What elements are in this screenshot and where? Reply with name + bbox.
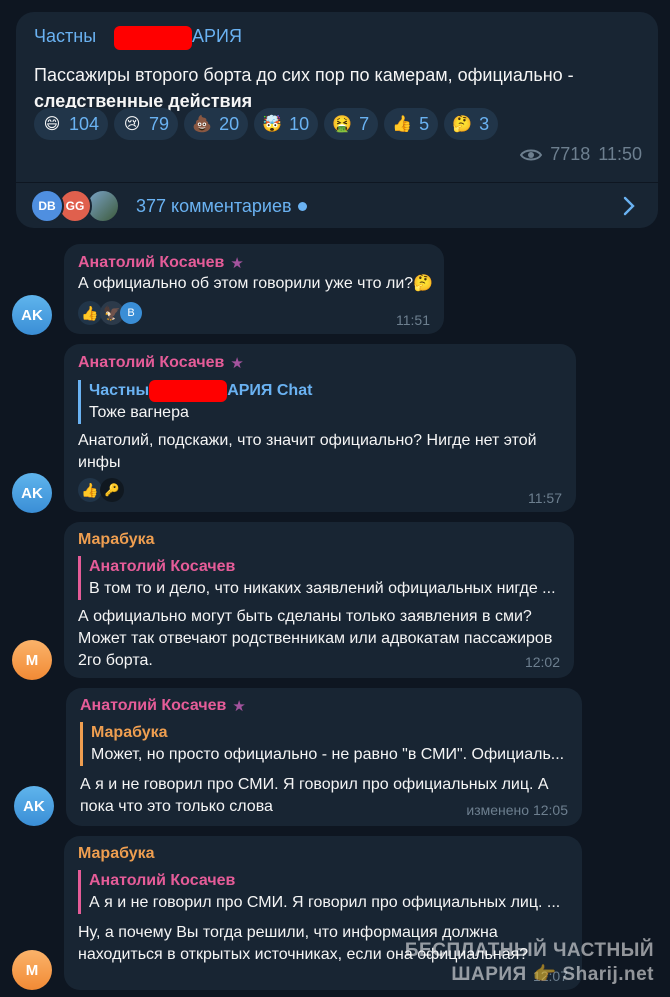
reply-author-tail: АРИЯ Chat — [227, 382, 313, 400]
message-line: Анатолий, подскажи, что значит официальн… — [78, 432, 537, 449]
reaction-count: 7 — [359, 113, 370, 134]
reaction-count: 79 — [149, 113, 170, 134]
thumbs-up-emoji-icon: 👍 — [392, 116, 413, 133]
channel-name-tail[interactable]: АРИЯ — [192, 26, 242, 47]
channel-post: Частны АРИЯ Пассажиры второго борта до с… — [16, 12, 658, 228]
divider — [16, 182, 658, 183]
reaction-count: 20 — [219, 113, 240, 134]
comments-bar[interactable]: DB GG 377 комментариев — [30, 184, 644, 228]
comments-link[interactable]: 377 комментариев — [136, 196, 292, 217]
author-name-text: Анатолий Косачев — [78, 254, 225, 271]
chevron-right-icon[interactable] — [622, 196, 636, 216]
reply-quote[interactable]: Частны АРИЯ Chat Тоже вагнера — [78, 380, 548, 425]
reaction-vomit[interactable]: 🤮 7 — [324, 108, 379, 140]
reply-quote[interactable]: Анатолий Косачев А я и не говорил про СМ… — [78, 870, 566, 914]
key-avatar-icon: 🔑 — [100, 478, 124, 502]
message-text: А официально об этом говорили уже что ли… — [78, 275, 434, 292]
watermark: БЕСПЛАТНЫЙ ЧАСТНЫЙ ШАРИЯ 👉 Sharij.net — [405, 939, 654, 987]
thumbs-up-emoji-icon: 👍 — [78, 478, 102, 502]
reaction-count: 104 — [69, 113, 100, 134]
reply-text: В том то и дело, что никаких заявлений о… — [89, 580, 556, 597]
reply-author: Марабука — [91, 724, 168, 741]
author-name-text: Марабука — [78, 845, 155, 862]
thumbs-up-emoji-icon: 👍 — [78, 301, 102, 325]
channel-name[interactable]: Частны — [34, 26, 96, 47]
message-line: инфы — [78, 454, 121, 471]
reaction-poop[interactable]: 💩 20 — [184, 108, 249, 140]
author-name-text: Анатолий Косачев — [78, 354, 225, 371]
message-line: А официально могут быть сделаны только з… — [78, 608, 532, 625]
message-bubble: Анатолий Косачев ★ Частны АРИЯ Chat Тоже … — [64, 344, 576, 512]
eye-icon — [520, 149, 543, 160]
reply-text: Может, но просто официально - не равно "… — [91, 746, 565, 763]
reaction-laugh[interactable]: 😄 104 — [34, 108, 109, 140]
reply-text: А я и не говорил про СМИ. Я говорил про … — [89, 894, 561, 911]
message-line: 2го борта. — [78, 652, 153, 669]
message-line: Может так отвечают родственникам или адв… — [78, 630, 553, 647]
redaction-mark — [114, 26, 192, 50]
message-time: 12:02 — [524, 654, 560, 670]
thinking-emoji-icon: 🤔 — [452, 116, 473, 133]
laugh-emoji-icon: 😄 — [43, 116, 61, 133]
post-text: Пассажиры второго борта до сих пор по ка… — [34, 62, 654, 114]
watermark-line: ШАРИЯ 👉 Sharij.net — [451, 964, 654, 985]
avatar[interactable]: M — [12, 640, 52, 680]
watermark-line: БЕСПЛАТНЫЙ ЧАСТНЫЙ — [404, 940, 654, 961]
message-bubble: Анатолий Косачев ★ Марабука Может, но пр… — [66, 688, 582, 826]
avatar: DB — [30, 189, 64, 223]
author-name[interactable]: Марабука — [78, 845, 155, 863]
reaction-thinking[interactable]: 🤔 3 — [444, 108, 499, 140]
commenter-avatars: DB GG — [30, 189, 132, 223]
poop-emoji-icon: 💩 — [192, 116, 213, 133]
star-icon: ★ — [230, 255, 244, 272]
reply-quote[interactable]: Марабука Может, но просто официально - н… — [80, 722, 566, 766]
message-text: А официально могут быть сделаны только з… — [78, 606, 552, 672]
reply-text: Тоже вагнера — [89, 404, 189, 422]
reaction-thumbs-up[interactable]: 👍 5 — [384, 108, 439, 140]
author-name[interactable]: Марабука — [78, 531, 155, 549]
author-name-text: Анатолий Косачев — [80, 697, 227, 714]
author-name[interactable]: Анатолий Косачев ★ — [78, 254, 244, 272]
message-bubble: Анатолий Косачев ★ А официально об этом … — [64, 244, 444, 334]
reaction-count: 3 — [479, 113, 490, 134]
post-text-line: Пассажиры второго борта до сих пор по ка… — [34, 65, 574, 85]
reaction-cry[interactable]: 😢 79 — [114, 108, 179, 140]
post-meta: 7718 11:50 — [520, 144, 642, 165]
avatar[interactable]: M — [12, 950, 52, 990]
reactions-row: 😄 104 😢 79 💩 20 🤯 10 🤮 7 👍 5 🤔 3 — [34, 108, 499, 140]
reply-author: Частны АРИЯ Chat — [89, 380, 548, 402]
redaction-mark — [149, 380, 228, 402]
post-time: 11:50 — [598, 144, 642, 164]
message-text: Анатолий, подскажи, что значит официальн… — [78, 430, 537, 474]
message-reactions[interactable]: 👍 🔑 — [78, 478, 124, 502]
avatar[interactable]: AK — [12, 473, 52, 513]
author-name-text: Марабука — [78, 531, 155, 548]
message-time: 11:51 — [396, 312, 430, 328]
cry-emoji-icon: 😢 — [123, 116, 141, 133]
vomit-emoji-icon: 🤮 — [332, 116, 353, 133]
reaction-mind-blown[interactable]: 🤯 10 — [254, 108, 319, 140]
reply-author: Анатолий Косачев — [89, 558, 236, 575]
views-count: 7718 — [550, 144, 591, 164]
message-reactions[interactable]: 👍 🦅 B — [78, 301, 142, 325]
avatar: B — [120, 302, 142, 324]
reaction-count: 5 — [419, 113, 430, 134]
message-bubble: Марабука Анатолий Косачев В том то и дел… — [64, 522, 574, 678]
mind-blown-emoji-icon: 🤯 — [262, 116, 283, 133]
reply-author: Анатолий Косачев — [89, 872, 236, 889]
reaction-count: 10 — [289, 113, 310, 134]
avatar[interactable]: AK — [14, 786, 54, 826]
unread-dot — [297, 201, 307, 211]
reply-author-head: Частны — [89, 382, 150, 400]
message-time: изменено 12:05 — [466, 802, 568, 818]
reply-quote[interactable]: Анатолий Косачев В том то и дело, что ни… — [78, 556, 558, 600]
avatar[interactable]: AK — [12, 295, 52, 335]
author-name[interactable]: Анатолий Косачев ★ — [80, 697, 246, 715]
message-line: А я и не говорил про СМИ. Я говорил про … — [80, 776, 549, 793]
star-icon: ★ — [232, 698, 246, 715]
message-time: 11:57 — [528, 490, 562, 506]
author-name[interactable]: Анатолий Косачев ★ — [78, 354, 244, 372]
star-icon: ★ — [230, 355, 244, 372]
